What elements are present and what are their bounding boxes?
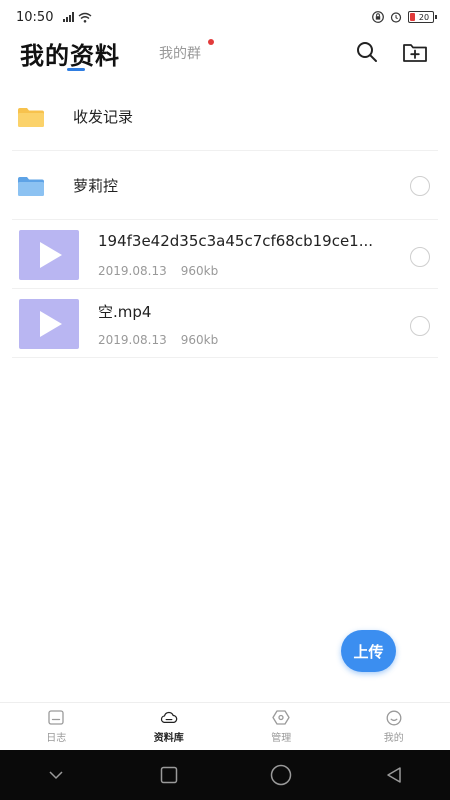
file-name: 空.mp4: [98, 303, 152, 321]
recents-button[interactable]: [154, 760, 184, 790]
collapse-button[interactable]: [41, 760, 71, 790]
nav-label: 资料库: [153, 732, 184, 744]
nav-item-profile[interactable]: 我的: [338, 703, 450, 750]
video-thumbnail: [19, 299, 79, 349]
folder-plus-icon: [403, 44, 427, 62]
upload-button[interactable]: 上传: [341, 630, 396, 672]
select-radio[interactable]: [410, 247, 430, 267]
circle-icon: [271, 764, 292, 786]
folder-icon: [18, 177, 44, 196]
status-time: 10:50: [16, 9, 54, 25]
nav-label: 日志: [46, 732, 67, 744]
status-bar: 10:50 20: [0, 0, 450, 34]
alarm-icon: [390, 12, 402, 23]
file-size: 960kb: [180, 264, 219, 278]
notification-dot: [208, 39, 214, 45]
select-radio[interactable]: [410, 316, 430, 336]
select-radio[interactable]: [410, 176, 430, 196]
wifi-icon: [79, 12, 92, 23]
nav-item-manage[interactable]: 管理: [225, 703, 338, 750]
chevron-down-icon: [49, 771, 63, 780]
tab-my-groups[interactable]: 我的群: [159, 43, 201, 63]
bottom-nav: 日志 资料库 管理 我的: [0, 702, 450, 750]
nav-label: 我的: [383, 732, 404, 744]
nav-item-library[interactable]: 资料库: [113, 703, 226, 750]
back-button[interactable]: [379, 760, 409, 790]
folder-name: 收发记录: [73, 108, 134, 126]
search-button[interactable]: [353, 38, 381, 66]
square-icon: [160, 766, 177, 784]
home-button[interactable]: [266, 760, 296, 790]
signal-icon: [63, 12, 75, 22]
lock-icon: [372, 11, 384, 23]
profile-icon: [385, 710, 403, 726]
manage-icon: [272, 710, 290, 726]
list-item-folder[interactable]: 萝莉控: [12, 151, 438, 220]
battery-icon: 20: [408, 11, 437, 23]
list-item-file[interactable]: 194f3e42d35c3a45c7cf68cb19ce1... 2019.08…: [12, 220, 438, 289]
page-title[interactable]: 我的资料: [20, 36, 120, 71]
file-meta: 2019.08.13 960kb: [98, 333, 218, 347]
file-meta: 2019.08.13 960kb: [98, 264, 218, 278]
video-thumbnail: [19, 230, 79, 280]
list-item-file[interactable]: 空.mp4 2019.08.13 960kb: [12, 289, 438, 358]
journal-icon: [47, 710, 65, 726]
play-icon: [40, 311, 62, 337]
new-folder-button[interactable]: [401, 38, 429, 66]
folder-name: 萝莉控: [73, 177, 119, 195]
system-nav-bar: [0, 750, 450, 800]
search-icon: [357, 42, 377, 62]
nav-label: 管理: [271, 732, 292, 744]
file-list: 收发记录 萝莉控 194f3e42d35c3a45c7cf68cb19ce1..…: [0, 82, 450, 358]
file-name: 194f3e42d35c3a45c7cf68cb19ce1...: [98, 232, 374, 250]
cloud-icon: [160, 710, 178, 726]
list-item-folder[interactable]: 收发记录: [12, 82, 438, 151]
active-tab-indicator: [67, 68, 85, 71]
page-header: 我的资料 我的群: [0, 34, 450, 80]
play-icon: [40, 242, 62, 268]
battery-level: 20: [418, 12, 430, 22]
folder-icon: [18, 108, 44, 127]
file-size: 960kb: [180, 333, 219, 347]
file-date: 2019.08.13: [98, 264, 167, 278]
back-triangle-icon: [387, 767, 401, 783]
file-date: 2019.08.13: [98, 333, 167, 347]
nav-item-journal[interactable]: 日志: [0, 703, 113, 750]
